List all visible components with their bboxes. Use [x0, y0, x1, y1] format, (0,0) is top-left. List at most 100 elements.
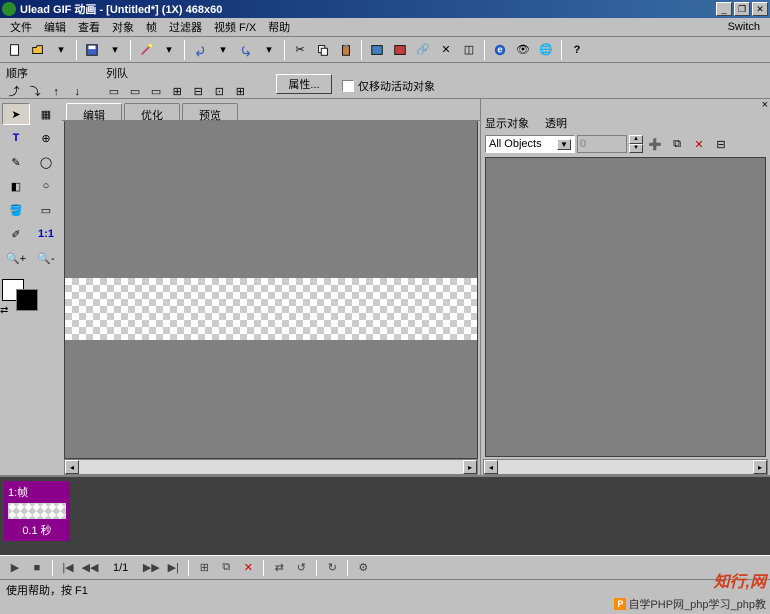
tool5-button[interactable]: ◫ [458, 39, 480, 61]
align-grid-button[interactable]: ⊞ [232, 83, 248, 99]
new-button[interactable] [4, 39, 26, 61]
transparency-spinner[interactable]: ▲▼ [629, 135, 643, 153]
zoom-in-tool[interactable]: 🔍+ [2, 247, 30, 269]
lasso-tool[interactable]: ◯ [32, 151, 60, 173]
align-center-button[interactable]: ▭ [127, 83, 143, 99]
swap-colors-icon[interactable]: ⇄ [0, 305, 8, 316]
redo-dropdown[interactable]: ▾ [258, 39, 280, 61]
menu-help[interactable]: 帮助 [262, 17, 296, 37]
browser-button[interactable]: e [489, 39, 511, 61]
preview-button[interactable]: 👁 [512, 39, 534, 61]
unlink-button[interactable]: ✕ [435, 39, 457, 61]
background-color[interactable] [16, 289, 38, 311]
close-button[interactable]: ✕ [752, 2, 768, 16]
add-object-button[interactable]: ➕ [645, 135, 665, 153]
menu-videofx[interactable]: 视频 F/X [208, 17, 262, 37]
del-frame-button[interactable]: ✕ [239, 559, 257, 577]
add-frame-button[interactable]: ⊞ [195, 559, 213, 577]
rect-tool[interactable]: ▭ [32, 199, 60, 221]
web-button[interactable]: 🌐 [535, 39, 557, 61]
brush-tool[interactable]: ✎ [2, 151, 30, 173]
next-frame-button[interactable]: ▶▶ [142, 559, 160, 577]
transparency-input[interactable]: 0 [577, 135, 627, 153]
menu-frame[interactable]: 帧 [140, 17, 163, 37]
scroll-left-button[interactable]: ◂ [65, 460, 79, 474]
pointer-tool[interactable]: ➤ [2, 103, 30, 125]
marquee-tool[interactable]: ▦ [32, 103, 60, 125]
align-right-button[interactable]: ▭ [148, 83, 164, 99]
save-dropdown[interactable]: ▾ [104, 39, 126, 61]
eyedropper-tool[interactable]: ✐ [2, 223, 30, 245]
zoom-out-tool[interactable]: 🔍- [32, 247, 60, 269]
delete-object-button[interactable]: ✕ [689, 135, 709, 153]
color-swatch[interactable]: ⇄ [2, 279, 42, 309]
panel-scroll-left[interactable]: ◂ [484, 460, 498, 474]
undo-button[interactable] [189, 39, 211, 61]
last-frame-button[interactable]: ▶| [164, 559, 182, 577]
fill-tool[interactable]: 🪣 [2, 199, 30, 221]
cut-button[interactable]: ✂ [289, 39, 311, 61]
minimize-button[interactable]: _ [716, 2, 732, 16]
canvas-viewport[interactable] [64, 121, 478, 459]
link-button[interactable]: 🔗 [412, 39, 434, 61]
bring-front-button[interactable]: ⤴ [6, 83, 22, 99]
send-back-button[interactable]: ⤵ [27, 83, 43, 99]
menu-view[interactable]: 查看 [72, 17, 106, 37]
wizard-button[interactable] [135, 39, 157, 61]
prev-frame-button[interactable]: ◀◀ [81, 559, 99, 577]
align-left-button[interactable]: ▭ [106, 83, 122, 99]
align-middle-button[interactable]: ⊟ [190, 83, 206, 99]
oval-tool[interactable]: ○ [32, 175, 60, 197]
scroll-track[interactable] [79, 460, 463, 474]
panel-scroll-right[interactable]: ▸ [753, 460, 767, 474]
save-button[interactable] [81, 39, 103, 61]
insert-video-button[interactable] [389, 39, 411, 61]
loop-button[interactable]: ↻ [323, 559, 341, 577]
stop-button[interactable]: ■ [28, 559, 46, 577]
maximize-button[interactable]: ❐ [734, 2, 750, 16]
text-tool[interactable]: T [2, 127, 30, 149]
reverse-button[interactable]: ↺ [292, 559, 310, 577]
dup-frame-button[interactable]: ⧉ [217, 559, 235, 577]
eraser-tool[interactable]: ◧ [2, 175, 30, 197]
tween-button[interactable]: ⇄ [270, 559, 288, 577]
menu-file[interactable]: 文件 [4, 17, 38, 37]
insert-image-button[interactable] [366, 39, 388, 61]
redo-button[interactable] [235, 39, 257, 61]
tab-edit[interactable]: 编辑 [66, 103, 122, 120]
canvas-content[interactable] [65, 278, 477, 340]
forward-button[interactable]: ↑ [48, 84, 64, 100]
panel-scroll-track[interactable] [498, 460, 753, 474]
copy-button[interactable] [312, 39, 334, 61]
help-button[interactable]: ? [566, 39, 588, 61]
first-frame-button[interactable]: |◀ [59, 559, 77, 577]
panel-close-button[interactable]: × [762, 99, 768, 113]
frame-thumbnail[interactable]: 1:帧 0.1 秒 [4, 481, 70, 541]
objects-combo[interactable]: All Objects ▼ [485, 135, 575, 153]
open-dropdown[interactable]: ▾ [50, 39, 72, 61]
object-list[interactable] [485, 157, 766, 457]
actual-size-tool[interactable]: 1:1 [32, 223, 60, 245]
menu-object[interactable]: 对象 [106, 17, 140, 37]
duplicate-button[interactable]: ⧉ [667, 135, 687, 153]
move-active-checkbox[interactable]: 仅移动活动对象 [342, 78, 435, 94]
undo-dropdown[interactable]: ▾ [212, 39, 234, 61]
crop-tool[interactable]: ⊕ [32, 127, 60, 149]
merge-button[interactable]: ⊟ [711, 135, 731, 153]
settings-button[interactable]: ⚙ [354, 559, 372, 577]
panel-hscrollbar[interactable]: ◂ ▸ [483, 459, 768, 475]
wizard-dropdown[interactable]: ▾ [158, 39, 180, 61]
menu-switch[interactable]: Switch [722, 19, 766, 35]
paste-button[interactable] [335, 39, 357, 61]
open-button[interactable] [27, 39, 49, 61]
tab-optimize[interactable]: 优化 [124, 103, 180, 120]
play-button[interactable]: ▶ [6, 559, 24, 577]
menu-edit[interactable]: 编辑 [38, 17, 72, 37]
properties-button[interactable]: 属性... [276, 74, 332, 94]
align-bottom-button[interactable]: ⊡ [211, 83, 227, 99]
align-top-button[interactable]: ⊞ [169, 83, 185, 99]
backward-button[interactable]: ↓ [69, 84, 85, 100]
canvas-hscrollbar[interactable]: ◂ ▸ [64, 459, 478, 475]
scroll-right-button[interactable]: ▸ [463, 460, 477, 474]
menu-filter[interactable]: 过滤器 [163, 17, 208, 37]
